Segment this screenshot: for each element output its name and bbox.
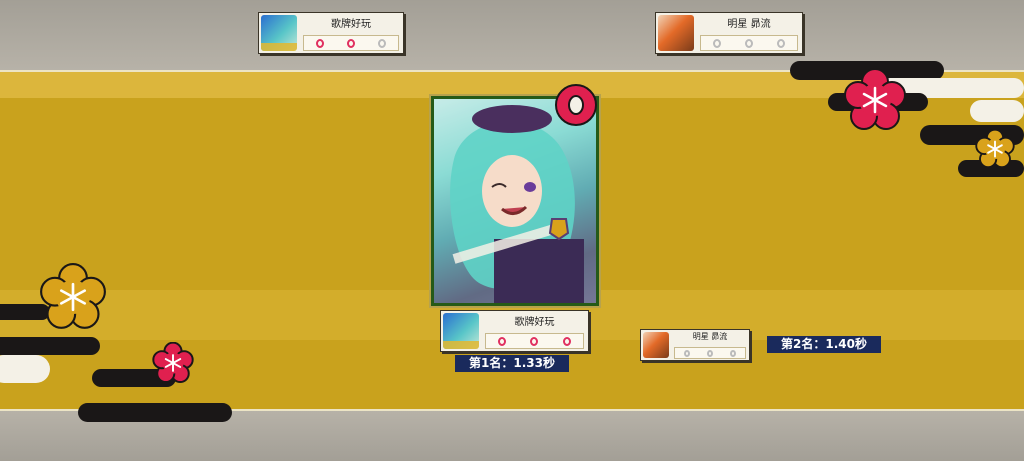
player-name: 明星 昴流 [692,332,728,341]
card-art-icon [434,99,596,303]
player-card-first: 歌牌好玩 [440,310,589,352]
rank-label-first: 第1名：1.33秒 [455,355,569,372]
slot-hit-icon [530,336,539,346]
player-avatar-icon [658,15,694,51]
rank-label-second: 第2名：1.40秒 [767,336,881,353]
slot-empty-icon [378,38,387,48]
slot-empty-icon [745,38,753,48]
slot-empty-icon [730,349,737,357]
answer-slots [674,347,746,359]
player-name: 明星 昴流 [727,19,771,30]
cloud-decoration [0,337,100,355]
pink-ring-icon [555,84,597,126]
slot-empty-icon [777,38,785,48]
game-screen: 歌牌好玩 明星 昴流 歌牌好玩 第1名：1.33秒 明星 昴流 第2名：1.40… [0,0,1024,461]
top-area [0,0,1024,70]
slot-hit-icon [562,336,571,346]
slot-hit-icon [498,336,507,346]
player-avatar-icon [443,313,479,349]
slot-hit-icon [315,38,324,48]
player-avatar-icon [643,332,669,358]
player-name: 歌牌好玩 [514,317,555,328]
player-card-second: 明星 昴流 [640,329,750,361]
cloud-decoration [78,403,232,422]
answer-slots [485,333,584,349]
cloud-decoration [0,355,50,383]
slot-empty-icon [713,38,721,48]
player-name: 歌牌好玩 [331,19,371,30]
plum-blossom-icon [844,68,906,130]
cloud-decoration [970,100,1024,122]
plum-blossom-icon [40,263,106,329]
plum-blossom-icon [152,342,194,384]
answer-slots [303,35,399,51]
player-card-top-right: 明星 昴流 [655,12,803,54]
player-card-top-left: 歌牌好玩 [258,12,404,54]
player-avatar-icon [261,15,297,51]
slot-empty-icon [683,349,690,357]
plum-blossom-icon [975,129,1015,169]
slot-hit-icon [346,38,355,48]
answer-slots [700,35,798,51]
slot-empty-icon [706,349,713,357]
